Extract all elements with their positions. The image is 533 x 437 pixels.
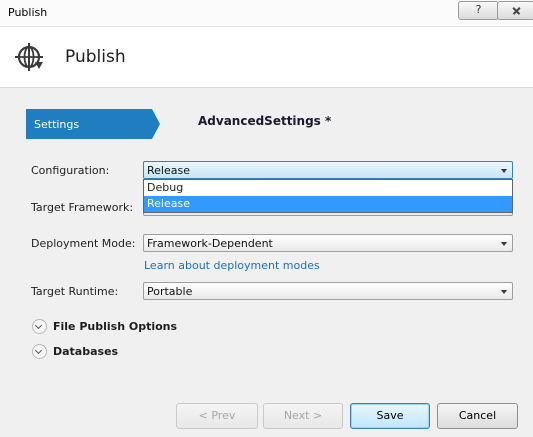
databases-header[interactable]: Databases	[53, 345, 118, 358]
cancel-button[interactable]: Cancel	[437, 403, 518, 429]
globe-icon	[15, 43, 43, 71]
chevron-down-icon	[501, 290, 507, 294]
expand-databases-icon[interactable]	[32, 344, 47, 359]
configuration-dropdown-list: Debug Release	[143, 179, 513, 213]
dropdown-option-release[interactable]: Release	[144, 196, 512, 212]
chevron-down-icon	[501, 242, 507, 246]
expand-file-publish-options-icon[interactable]	[32, 319, 47, 334]
dropdown-option-debug[interactable]: Debug	[144, 180, 512, 196]
save-button[interactable]: Save	[350, 403, 430, 429]
prev-button[interactable]: < Prev	[176, 403, 258, 429]
page-title: AdvancedSettings *	[198, 114, 332, 128]
close-button[interactable]	[497, 1, 533, 20]
target-runtime-label: Target Runtime:	[31, 285, 119, 298]
configuration-value: Release	[147, 164, 190, 177]
chevron-down-icon	[501, 169, 507, 173]
help-icon: ?	[475, 3, 482, 16]
deployment-mode-select[interactable]: Framework-Dependent	[143, 234, 513, 252]
deployment-mode-value: Framework-Dependent	[147, 237, 273, 250]
deployment-modes-link[interactable]: Learn about deployment modes	[144, 259, 320, 272]
target-framework-label: Target Framework:	[31, 201, 134, 214]
window-title: Publish	[8, 6, 48, 19]
target-runtime-select[interactable]: Portable	[143, 282, 513, 300]
title-bar: Publish ?	[0, 0, 533, 27]
deployment-mode-label: Deployment Mode:	[31, 237, 136, 250]
tab-settings[interactable]: Settings	[26, 109, 160, 139]
dialog-header: Publish	[0, 27, 533, 88]
configuration-label: Configuration:	[31, 164, 110, 177]
configuration-select[interactable]: Release	[143, 161, 513, 179]
target-runtime-value: Portable	[147, 285, 193, 298]
help-button[interactable]: ?	[458, 1, 499, 20]
tab-settings-label: Settings	[34, 118, 80, 131]
page-header-title: Publish	[65, 47, 126, 67]
file-publish-options-header[interactable]: File Publish Options	[53, 320, 177, 333]
next-button[interactable]: Next >	[263, 403, 343, 429]
